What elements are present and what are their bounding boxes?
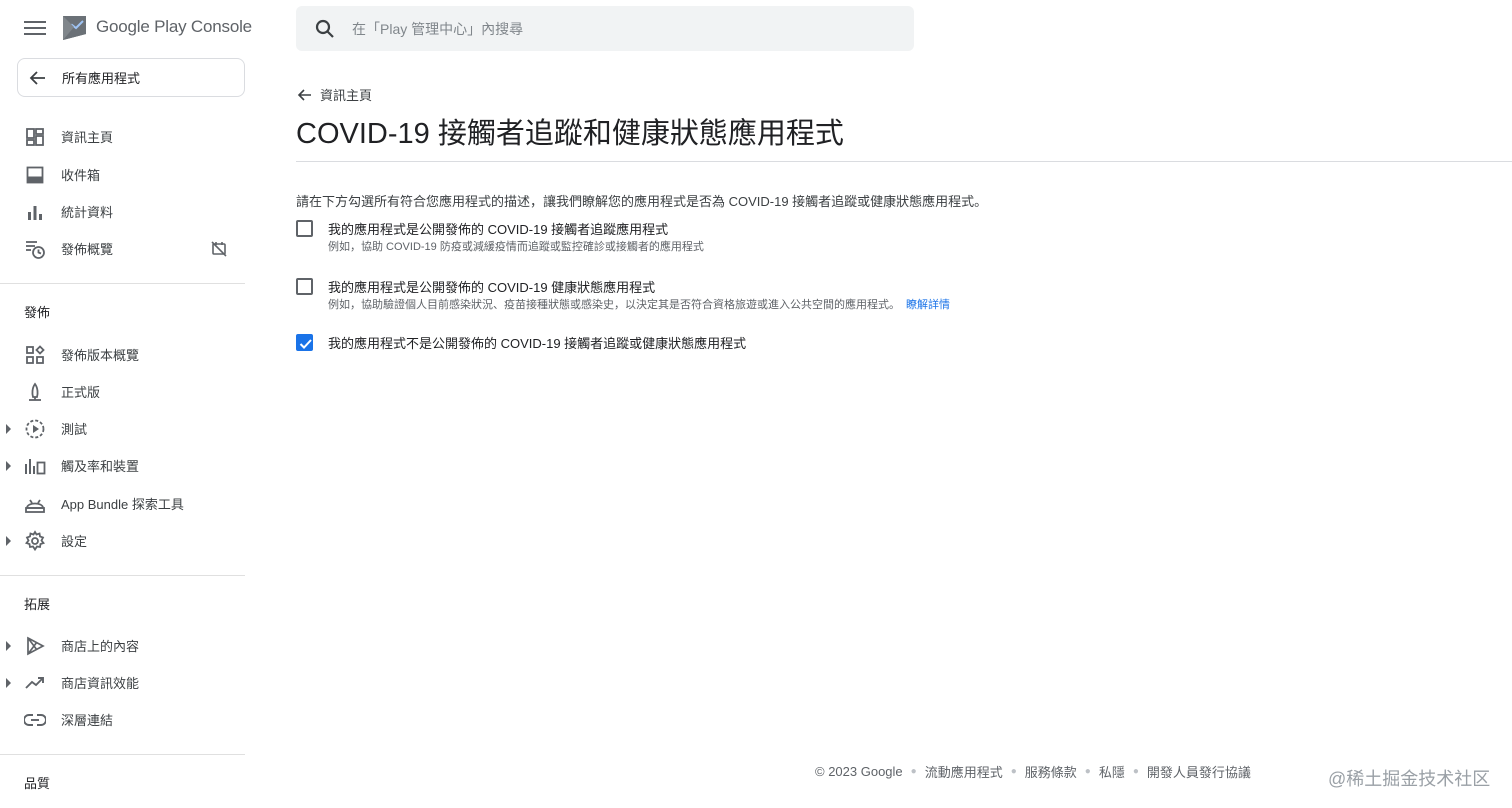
page-title: COVID-19 接觸者追蹤和健康狀態應用程式 [296, 118, 844, 150]
sidebar-item-label: 商店上的內容 [61, 639, 140, 654]
dashboard-icon [24, 126, 46, 148]
option-label[interactable]: 我的應用程式不是公開發佈的 COVID-19 接觸者追蹤或健康狀態應用程式 [328, 333, 746, 352]
checkbox-health-status[interactable] [296, 278, 313, 295]
brand-header: Google Play Console [0, 0, 252, 56]
option-label[interactable]: 我的應用程式是公開發佈的 COVID-19 接觸者追蹤應用程式 [328, 219, 668, 238]
checkmark-icon [299, 339, 312, 349]
production-icon [24, 381, 46, 403]
footer-separator: ● [1084, 766, 1091, 777]
checkbox-not-covid-app[interactable] [296, 334, 313, 351]
sidebar-item-settings[interactable]: 設定 [0, 522, 245, 559]
inbox-icon [24, 164, 46, 186]
expand-caret-icon[interactable] [6, 423, 11, 434]
sidebar-item-label: 收件箱 [61, 168, 101, 183]
option-description-row: 例如，協助驗證個人目前感染狀況、疫苗接種狀態或感染史，以決定其是否符合資格旅遊或… [328, 296, 950, 312]
publishing-overview-icon [24, 238, 46, 260]
testing-icon [24, 418, 46, 440]
sidebar-item-reach-devices[interactable]: 觸及率和裝置 [0, 447, 245, 484]
expand-caret-icon[interactable] [6, 640, 11, 651]
sidebar-item-production[interactable]: 正式版 [0, 373, 245, 410]
footer: © 2023 Google ● 流動應用程式 ● 服務條款 ● 私隱 ● 開發人… [815, 762, 1251, 781]
gear-icon [24, 529, 46, 552]
section-title-release: 發佈 [24, 305, 51, 320]
sidebar-item-store-performance[interactable]: 商店資訊效能 [0, 664, 245, 701]
footer-separator: ● [910, 766, 917, 777]
footer-separator: ● [1132, 766, 1139, 777]
releases-overview-icon [24, 344, 46, 366]
sidebar-item-label: 發佈概覽 [61, 242, 114, 257]
sidebar-item-label: 正式版 [61, 385, 101, 400]
learn-more-link[interactable]: 瞭解詳情 [906, 299, 950, 311]
sidebar-item-label: 設定 [61, 534, 88, 549]
arrow-back-icon [297, 88, 311, 101]
sidebar-item-testing[interactable]: 測試 [0, 410, 245, 447]
sidebar-item-label: 觸及率和裝置 [61, 459, 140, 474]
footer-link-privacy[interactable]: 私隱 [1099, 762, 1125, 781]
android-icon [24, 493, 46, 515]
sidebar-item-label: 資訊主頁 [61, 130, 114, 145]
intro-text: 請在下方勾選所有符合您應用程式的描述，讓我們瞭解您的應用程式是否為 COVID-… [296, 194, 988, 209]
sidebar-item-label: App Bundle 探索工具 [61, 497, 184, 512]
option-label[interactable]: 我的應用程式是公開發佈的 COVID-19 健康狀態應用程式 [328, 277, 655, 296]
trending-up-icon [24, 672, 46, 694]
footer-link-developer-agreement[interactable]: 開發人員發行協議 [1147, 762, 1251, 781]
back-link-label: 資訊主頁 [320, 88, 373, 103]
menu-icon[interactable] [24, 18, 46, 38]
footer-link-terms[interactable]: 服務條款 [1025, 762, 1077, 781]
checkbox-contact-tracing[interactable] [296, 220, 313, 237]
footer-copyright: © 2023 Google [815, 764, 903, 779]
play-store-icon [24, 635, 46, 657]
watermark: @稀土掘金技术社区 [1328, 769, 1491, 789]
title-divider [296, 161, 1512, 162]
option-description: 例如，協助驗證個人目前感染狀況、疫苗接種狀態或感染史，以決定其是否符合資格旅遊或… [328, 299, 900, 311]
sidebar-item-label: 發佈版本概覽 [61, 348, 140, 363]
sidebar-item-inbox[interactable]: 收件箱 [0, 156, 245, 193]
search-bar[interactable] [296, 6, 914, 51]
arrow-back-icon [29, 70, 45, 85]
expand-caret-icon[interactable] [6, 460, 11, 471]
sidebar-item-deep-links[interactable]: 深層連結 [0, 701, 245, 738]
all-apps-label: 所有應用程式 [62, 71, 141, 86]
footer-separator: ● [1010, 766, 1017, 777]
sidebar-item-label: 商店資訊效能 [61, 676, 140, 691]
search-icon[interactable] [314, 18, 336, 40]
section-title-grow: 拓展 [24, 597, 51, 612]
option-description: 例如，協助 COVID-19 防疫或減緩疫情而追蹤或監控確診或接觸者的應用程式 [328, 241, 704, 253]
footer-link-mobile-apps[interactable]: 流動應用程式 [925, 762, 1003, 781]
sidebar-item-statistics[interactable]: 統計資料 [0, 193, 245, 230]
brand-name[interactable]: Google Play Console [96, 17, 252, 37]
sidebar-item-label: 測試 [61, 422, 88, 437]
sidebar-divider [0, 754, 245, 755]
back-to-dashboard-link[interactable]: 資訊主頁 [297, 85, 372, 104]
search-input[interactable] [352, 20, 872, 37]
section-title-quality: 品質 [24, 776, 51, 791]
all-apps-button[interactable]: 所有應用程式 [17, 58, 245, 97]
sidebar-item-releases-overview[interactable]: 發佈版本概覽 [0, 336, 245, 373]
play-console-logo-icon[interactable] [60, 12, 90, 42]
sidebar-item-label: 統計資料 [61, 205, 114, 220]
managed-publishing-off-icon[interactable] [210, 240, 228, 258]
sidebar-item-publishing-overview[interactable]: 發佈概覽 [0, 230, 245, 267]
bar-chart-icon [24, 201, 46, 223]
sidebar: Google Play Console 所有應用程式 資訊主頁 收件箱 統計資料… [0, 0, 252, 808]
sidebar-divider [0, 283, 245, 284]
expand-caret-icon[interactable] [6, 535, 11, 546]
sidebar-item-store-presence[interactable]: 商店上的內容 [0, 627, 245, 664]
sidebar-divider [0, 575, 245, 576]
expand-caret-icon[interactable] [6, 677, 11, 688]
sidebar-item-dashboard[interactable]: 資訊主頁 [0, 118, 245, 155]
reach-devices-icon [24, 455, 46, 477]
sidebar-item-label: 深層連結 [61, 713, 114, 728]
sidebar-item-app-bundle-explorer[interactable]: App Bundle 探索工具 [0, 485, 245, 522]
link-icon [24, 709, 46, 731]
